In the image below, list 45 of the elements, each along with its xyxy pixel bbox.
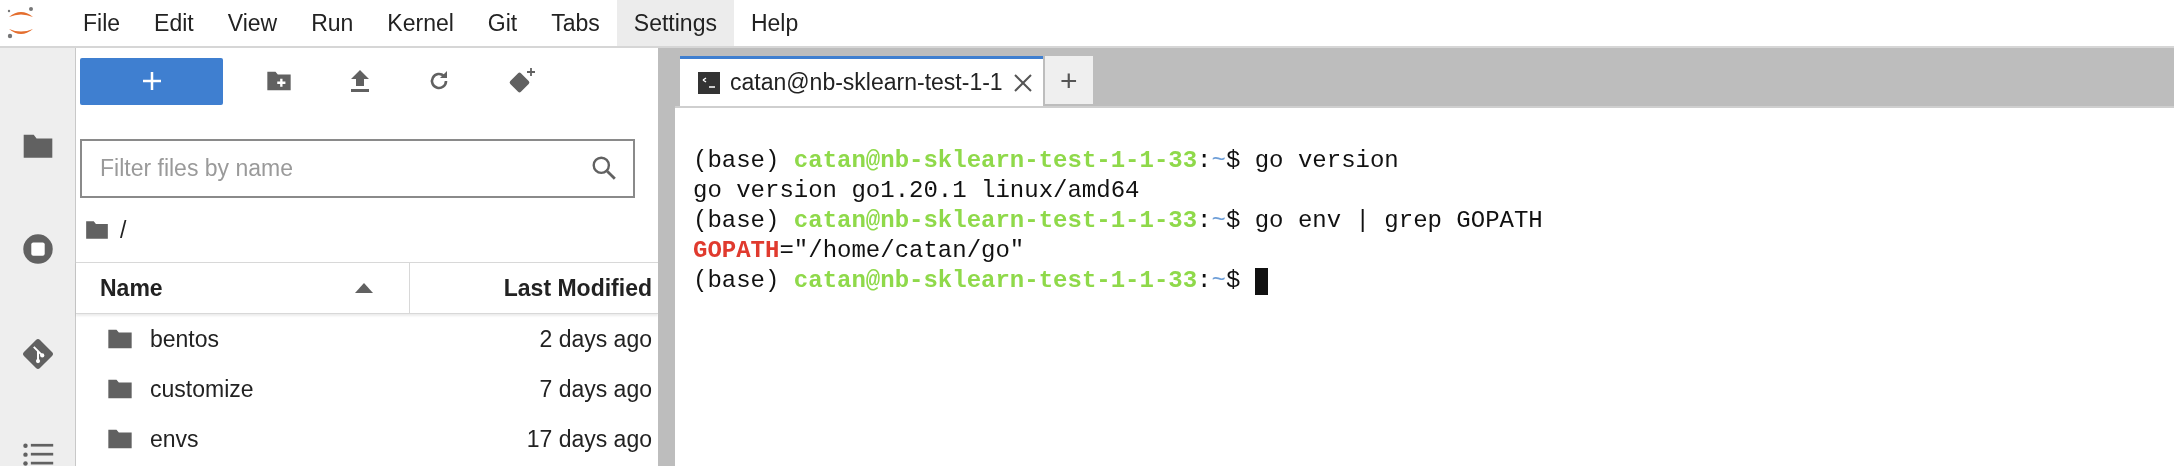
column-header[interactable]: Last Modified bbox=[410, 263, 658, 313]
terminal-line: (base) catan@nb-sklearn-test-1-1-33:~$ bbox=[693, 266, 1242, 296]
new-folder-icon[interactable] bbox=[265, 69, 293, 93]
terminal-tab[interactable]: catan@nb-sklearn-test-1-1 bbox=[680, 56, 1043, 106]
menu-item[interactable]: File bbox=[66, 0, 138, 46]
menu-item[interactable]: Edit bbox=[137, 0, 211, 46]
close-icon[interactable] bbox=[1012, 72, 1033, 93]
modified-date: 7 days ago bbox=[539, 374, 652, 404]
breadcrumb-path[interactable]: / bbox=[120, 212, 127, 248]
file-row[interactable]: bentos 2 days ago bbox=[76, 314, 658, 364]
search-icon bbox=[591, 155, 617, 181]
folder-icon bbox=[106, 377, 134, 401]
modified-date: 17 days ago bbox=[526, 424, 652, 454]
filter-field[interactable]: Filter files by name bbox=[80, 139, 635, 198]
menu-item[interactable]: Tabs bbox=[534, 0, 617, 46]
modified-date: 2 days ago bbox=[539, 324, 652, 354]
menu-item[interactable]: Kernel bbox=[370, 0, 471, 46]
column-label: Last Modified bbox=[503, 273, 652, 303]
file-row[interactable]: envs 17 days ago bbox=[76, 414, 658, 464]
folder-icon bbox=[106, 327, 134, 351]
new-tab-button[interactable]: + bbox=[1044, 56, 1093, 104]
menu-item[interactable]: Run bbox=[294, 0, 371, 46]
terminal-line: GOPATH="/home/catan/go" bbox=[693, 236, 1025, 266]
terminal-line: go version go1.20.1 linux/amd64 bbox=[693, 176, 1140, 206]
file-name: bentos bbox=[150, 324, 221, 354]
folder-icon bbox=[106, 427, 134, 451]
upload-icon[interactable] bbox=[349, 69, 371, 93]
file-name: envs bbox=[150, 424, 200, 454]
list-icon[interactable] bbox=[20, 442, 55, 466]
terminal-line: (base) catan@nb-sklearn-test-1-1-33:~$ go env | grep GOPATH bbox=[693, 206, 1543, 236]
menu-item[interactable]: Git bbox=[470, 0, 535, 46]
column-header[interactable]: Name bbox=[76, 263, 410, 313]
menu-item[interactable]: Help bbox=[733, 0, 816, 46]
tab-title: catan@nb-sklearn-test-1-1 bbox=[730, 68, 1003, 98]
terminal-icon bbox=[698, 71, 720, 94]
file-name: customize bbox=[150, 374, 255, 404]
terminal-line: (base) catan@nb-sklearn-test-1-1-33:~$ go version bbox=[693, 146, 1399, 176]
menu-item[interactable]: Settings bbox=[616, 0, 734, 46]
new-launcher-button[interactable] bbox=[80, 57, 223, 105]
file-row[interactable]: customize 7 days ago bbox=[76, 364, 658, 414]
menu-item[interactable]: View bbox=[210, 0, 295, 46]
plus-icon bbox=[140, 70, 163, 92]
column-label: Name bbox=[100, 273, 163, 303]
jupyter-logo-icon bbox=[6, 6, 36, 40]
folder-icon bbox=[84, 219, 110, 241]
